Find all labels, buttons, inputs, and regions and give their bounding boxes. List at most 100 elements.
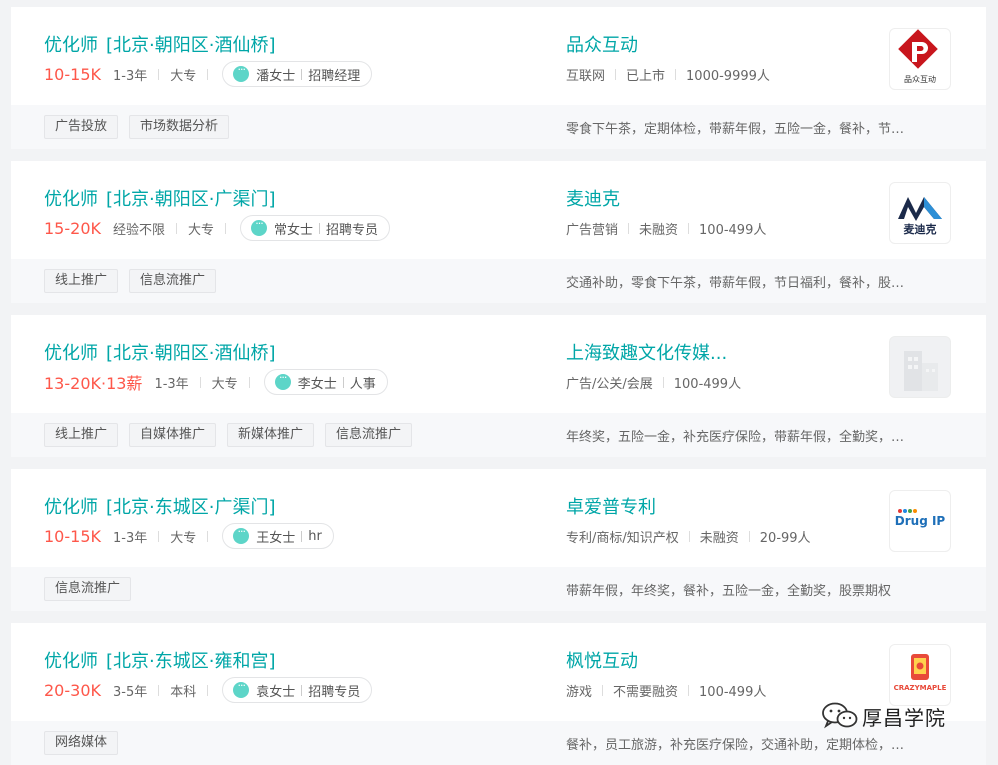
job-title-text[interactable]: 优化师 [44,343,98,364]
recruiter-name: 常女士 [274,222,314,238]
skill-tags: 线上推广 信息流推广 [44,269,227,293]
skill-tag: 广告投放 [44,115,119,139]
logo-text: 麦迪克 [904,222,937,236]
divider [615,69,617,80]
job-card[interactable]: 优化师[北京·朝阳区·广渠门] 15-20K 经验不限 大专 常女士 招聘专员 … [11,161,986,303]
skill-tag: 信息流推广 [325,423,413,447]
company-size: 20-99人 [759,531,811,546]
chat-bubble-icon [233,63,250,82]
company-name[interactable]: 麦迪克 [566,185,620,211]
degree: 大专 [211,376,238,392]
welfare-text: 带薪年假，年终奖，餐补，五险一金，全勤奖，股票期权 [566,584,892,599]
wechat-icon [822,702,858,729]
recruiter-name: 李女士 [297,376,337,392]
salary: 20-30K [44,680,101,700]
divider [158,530,160,542]
company-logo[interactable]: Drug IP [889,490,951,552]
divider [301,684,303,696]
job-title[interactable]: 优化师 [北京·朝阳区·酒仙桥] [44,339,276,365]
company-size: 100-499人 [699,685,767,700]
job-info-row: 15-20K 经验不限 大专 常女士 招聘专员 [44,215,391,241]
job-title-text[interactable]: 优化师 [44,497,98,518]
job-location: [北京·朝阳区·广渠门] [106,189,276,210]
experience: 3-5年 [112,684,148,700]
divider [662,377,664,388]
job-info-row: 10-15K 1-3年 大专 王女士 hr [44,523,334,549]
experience: 1-3年 [112,68,148,84]
welfare-text: 零食下午茶，定期体检，带薪年假，五险一金，餐补，节… [566,122,905,137]
experience: 1-3年 [154,376,189,392]
recruiter-chat-button[interactable]: 李女士 人事 [263,369,388,395]
divider [199,376,201,388]
job-card[interactable]: 优化师 [北京·朝阳区·酒仙桥] 13-20K·13薪 1-3年 大专 李女士 人… [11,315,986,457]
drugip-logo-icon: Drug IP [895,509,946,528]
company-info: 广告/公关/会展 100-499人 [566,373,741,392]
job-card[interactable]: 优化师[北京·东城区·雍和宫] 20-30K 3-5年 本科 袁女士 招聘专员 … [11,623,986,765]
recruiter-name: 袁女士 [256,684,296,700]
recruiter-role: 招聘经理 [308,68,361,84]
company-stage: 已上市 [626,69,666,84]
company-name[interactable]: 上海致趣文化传媒... [566,339,727,365]
divider [319,222,321,234]
recruiter-role: hr [308,528,322,544]
logo-text: Drug IP [895,514,946,528]
job-info-row: 10-15K 1-3年 大专 潘女士 招聘经理 [44,61,373,87]
recruiter-chat-button[interactable]: 袁女士 招聘专员 [222,677,373,703]
job-title-text[interactable]: 优化师 [44,35,98,56]
company-name[interactable]: 枫悦互动 [566,647,638,673]
chat-bubble-icon [233,525,250,544]
recruiter-chat-button[interactable]: 潘女士 招聘经理 [222,61,373,87]
recruiter-role: 招聘专员 [308,684,361,700]
skill-tag: 网络媒体 [44,731,119,755]
job-title[interactable]: 优化师 [北京·朝阳区·广渠门] [44,185,276,211]
job-title[interactable]: 优化师 [北京·东城区·雍和宫] [44,647,276,673]
logo-text: 品众互动 [904,74,936,84]
company-info: 广告营销 未融资 100-499人 [566,219,766,238]
experience: 经验不限 [112,222,165,238]
skill-tag: 自媒体推广 [129,423,217,447]
company-stage: 未融资 [639,223,679,238]
company-industry: 游戏 [566,685,593,700]
job-title-text[interactable]: 优化师 [44,189,98,210]
salary: 15-20K [44,218,101,238]
skill-tag: 市场数据分析 [129,115,230,139]
job-location: [北京·朝阳区·酒仙桥] [106,35,276,56]
job-title[interactable]: 优化师 [北京·东城区·广渠门] [44,493,276,519]
recruiter-chat-button[interactable]: 常女士 招聘专员 [240,215,391,241]
skill-tag: 线上推广 [44,269,119,293]
job-card[interactable]: 优化师[北京·朝阳区·酒仙桥] 10-15K 1-3年 大专 潘女士 招聘经理 … [11,7,986,149]
company-logo[interactable] [889,336,951,398]
degree: 大专 [170,68,197,84]
divider [628,223,630,234]
company-name[interactable]: 卓爱普专利 [566,493,656,519]
job-card[interactable]: 优化师 [北京·东城区·广渠门] 10-15K 1-3年 大专 王女士 hr 卓爱… [11,469,986,611]
job-title-text[interactable]: 优化师 [44,651,98,672]
job-info-row: 20-30K 3-5年 本科 袁女士 招聘专员 [44,677,373,703]
degree: 本科 [170,684,197,700]
company-info: 互联网 已上市 1000-9999人 [566,65,770,84]
company-industry: 互联网 [566,69,606,84]
company-logo[interactable]: 品众互动 [889,28,951,90]
recruiter-role: 人事 [349,376,376,392]
skill-tags: 信息流推广 [44,577,142,601]
divider [688,685,690,696]
company-size: 100-499人 [673,377,742,392]
recruiter-chat-button[interactable]: 王女士 hr [222,523,334,549]
company-logo[interactable]: CRAZYMAPLE [889,644,951,706]
divider [207,684,209,696]
salary: 13-20K·13薪 [44,374,143,393]
chat-bubble-icon [233,679,250,698]
divider [342,376,344,388]
skill-tag: 信息流推广 [129,269,217,293]
company-logo[interactable]: 麦迪克 [889,182,951,244]
company-industry: 专利/商标/知识产权 [566,531,679,546]
company-name[interactable]: 品众互动 [566,31,638,57]
chat-bubble-icon [251,217,268,236]
crazymaple-logo-icon: CRAZYMAPLE [894,654,947,692]
salary: 10-15K [44,64,101,84]
company-stage: 不需要融资 [613,685,679,700]
pinzhong-logo-icon: 品众互动 [898,29,938,84]
skill-tag: 线上推广 [44,423,119,447]
job-title[interactable]: 优化师 [北京·朝阳区·酒仙桥] [44,31,276,57]
divider [225,222,227,234]
